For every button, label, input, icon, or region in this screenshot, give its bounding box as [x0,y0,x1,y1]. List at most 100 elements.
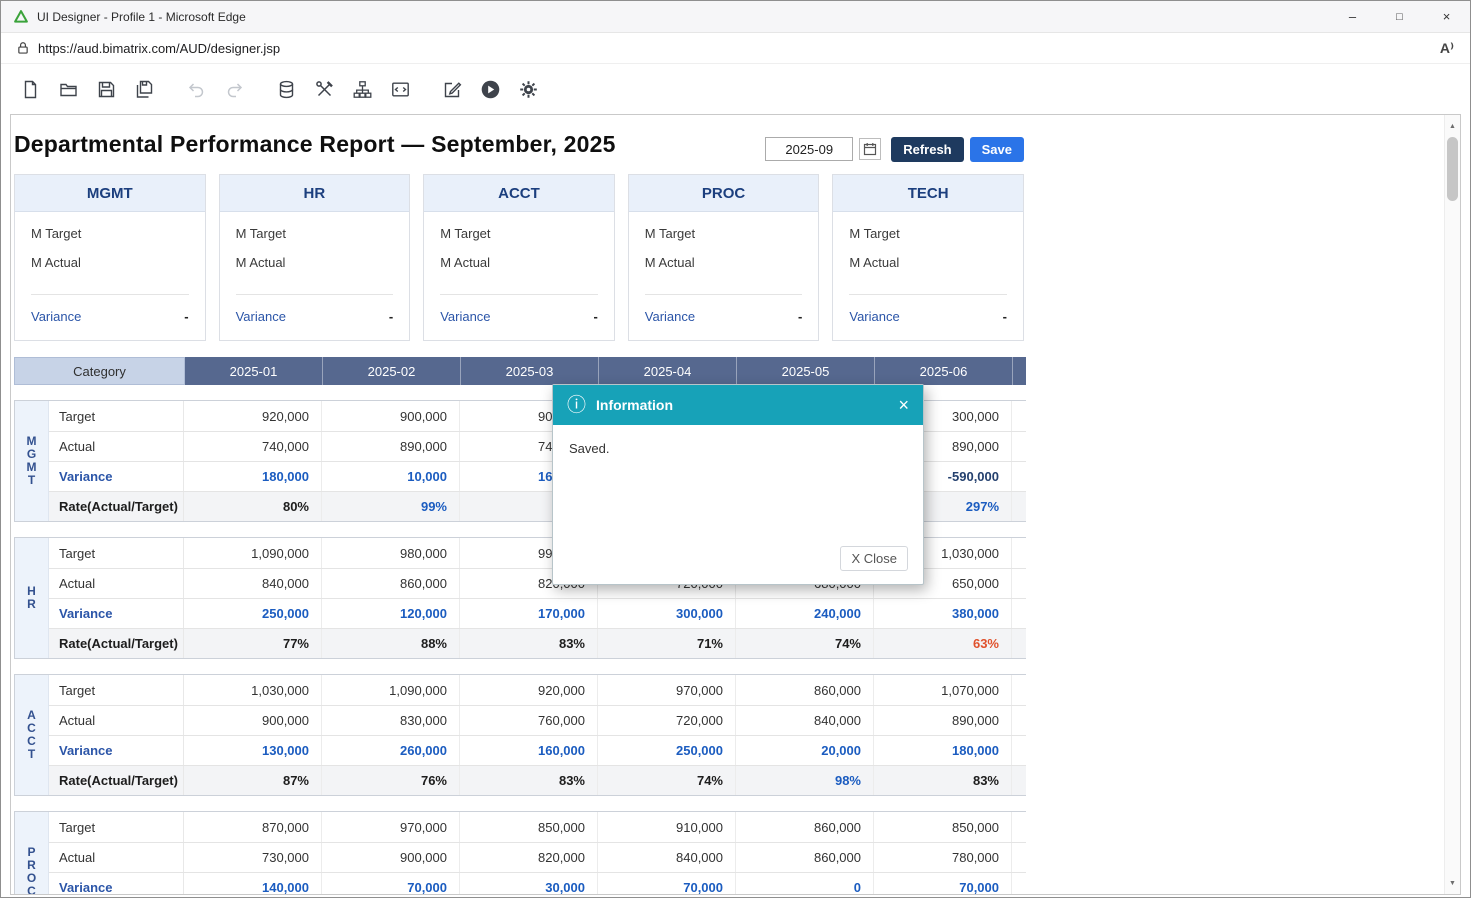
value-cell: 71% [598,629,736,658]
table-row: Target870,000970,000850,000910,000860,00… [49,812,1026,842]
value-cell: 850,000 [460,812,598,842]
url-text[interactable]: https://aud.bimatrix.com/AUD/designer.js… [38,41,1440,56]
table-group-acct: ACCTTarget1,030,0001,090,000920,000970,0… [14,674,1026,796]
value-cell: 74% [598,766,736,795]
month-header: 2025-04 [599,357,737,385]
value-cell: 840,000 [736,706,874,735]
calendar-icon [863,142,877,156]
value-cell: 98% [736,766,874,795]
scroll-up-arrow-icon[interactable]: ▲ [1445,118,1460,134]
undo-icon [187,80,206,99]
row-label: Rate(Actual/Target) [49,766,184,795]
dept-card-title: HR [220,175,410,212]
dialog-close-x-icon[interactable]: × [898,396,909,414]
address-bar[interactable]: https://aud.bimatrix.com/AUD/designer.js… [1,33,1470,64]
calendar-button[interactable] [859,138,881,160]
maximize-button[interactable]: □ [1376,1,1423,32]
value-cell-clipped [1012,432,1026,461]
dept-card-title: MGMT [15,175,205,212]
report-controls: Refresh Save [765,137,1024,162]
category-header: Category [14,357,185,385]
card-target-label: M Target [236,226,286,241]
save-button[interactable]: Save [970,137,1024,162]
sitemap-button[interactable] [347,74,377,104]
code-view-button[interactable] [385,74,415,104]
month-header: 2025-03 [461,357,599,385]
scroll-thumb[interactable] [1447,137,1458,201]
run-button[interactable] [475,74,505,104]
info-icon: ⓘ [567,396,586,415]
value-cell: 70,000 [598,873,736,895]
value-cell-clipped [1012,675,1026,705]
scroll-down-arrow-icon[interactable]: ▼ [1445,875,1460,891]
new-document-button[interactable] [15,74,45,104]
dialog-footer: X Close [553,546,923,584]
value-cell: 88% [322,629,460,658]
value-cell: 240,000 [736,599,874,628]
save-all-icon [135,80,154,99]
tools-button[interactable] [309,74,339,104]
row-label: Target [49,675,184,705]
dept-card-proc: PROCM TargetM ActualVariance- [628,174,820,341]
save-button-toolbar[interactable] [91,74,121,104]
designer-toolbar [1,64,1470,114]
card-variance-value: - [1003,309,1007,324]
read-aloud-icon[interactable]: A⁾ [1440,40,1454,57]
edit-icon [443,80,462,99]
code-view-icon [391,80,410,99]
value-cell: 77% [184,629,322,658]
value-cell: 970,000 [598,675,736,705]
settings-button[interactable] [513,74,543,104]
value-cell: 1,090,000 [184,538,322,568]
value-cell: 860,000 [736,812,874,842]
card-actual-label: M Actual [236,255,286,270]
run-icon [480,79,501,100]
dialog-title: Information [596,397,898,413]
value-cell: 380,000 [874,599,1012,628]
page-title: Departmental Performance Report — Septem… [14,131,616,158]
open-file-button[interactable] [53,74,83,104]
value-cell: 830,000 [322,706,460,735]
value-cell: 1,070,000 [874,675,1012,705]
value-cell: 840,000 [598,843,736,872]
value-cell: 970,000 [322,812,460,842]
value-cell: 860,000 [322,569,460,598]
database-button[interactable] [271,74,301,104]
dept-card-tech: TECHM TargetM ActualVariance- [832,174,1024,341]
minimize-button[interactable]: – [1329,1,1376,32]
redo-button[interactable] [219,74,249,104]
value-cell: 10,000 [322,462,460,491]
card-target-label: M Target [31,226,81,241]
save-all-button[interactable] [129,74,159,104]
value-cell: 180,000 [184,462,322,491]
value-cell-clipped [1012,812,1026,842]
table-row: Target1,030,0001,090,000920,000970,00086… [49,675,1026,705]
close-button[interactable]: × [1423,1,1470,32]
value-cell: 1,030,000 [184,675,322,705]
undo-button[interactable] [181,74,211,104]
row-label: Rate(Actual/Target) [49,629,184,658]
card-target-label: M Target [849,226,899,241]
table-row: Variance140,00070,00030,00070,000070,000 [49,872,1026,895]
row-label: Actual [49,706,184,735]
value-cell: 130,000 [184,736,322,765]
value-cell: 250,000 [184,599,322,628]
card-variance-label: Variance [645,309,695,324]
card-actual-label: M Actual [849,255,899,270]
value-cell: 720,000 [598,706,736,735]
refresh-button[interactable]: Refresh [891,137,963,162]
dept-cards-row: MGMT M Target M Actual Variance - HR M Target M… [14,174,1024,341]
report-month-input[interactable] [765,137,853,161]
dialog-header: ⓘ Information × [553,385,923,425]
dialog-close-button[interactable]: X Close [840,546,908,571]
edit-button[interactable] [437,74,467,104]
table-row: Rate(Actual/Target)87%76%83%74%98%83% [49,765,1026,795]
dept-card-title: TECH [833,175,1023,212]
card-actual-label: M Actual [645,255,695,270]
value-cell: 83% [460,629,598,658]
card-variance-label: Variance [236,309,286,324]
dialog-message: Saved. [553,425,923,546]
month-header: 2025-06 [875,357,1013,385]
value-cell-clipped [1012,462,1026,491]
vertical-scrollbar[interactable]: ▲ ▼ [1444,115,1460,894]
